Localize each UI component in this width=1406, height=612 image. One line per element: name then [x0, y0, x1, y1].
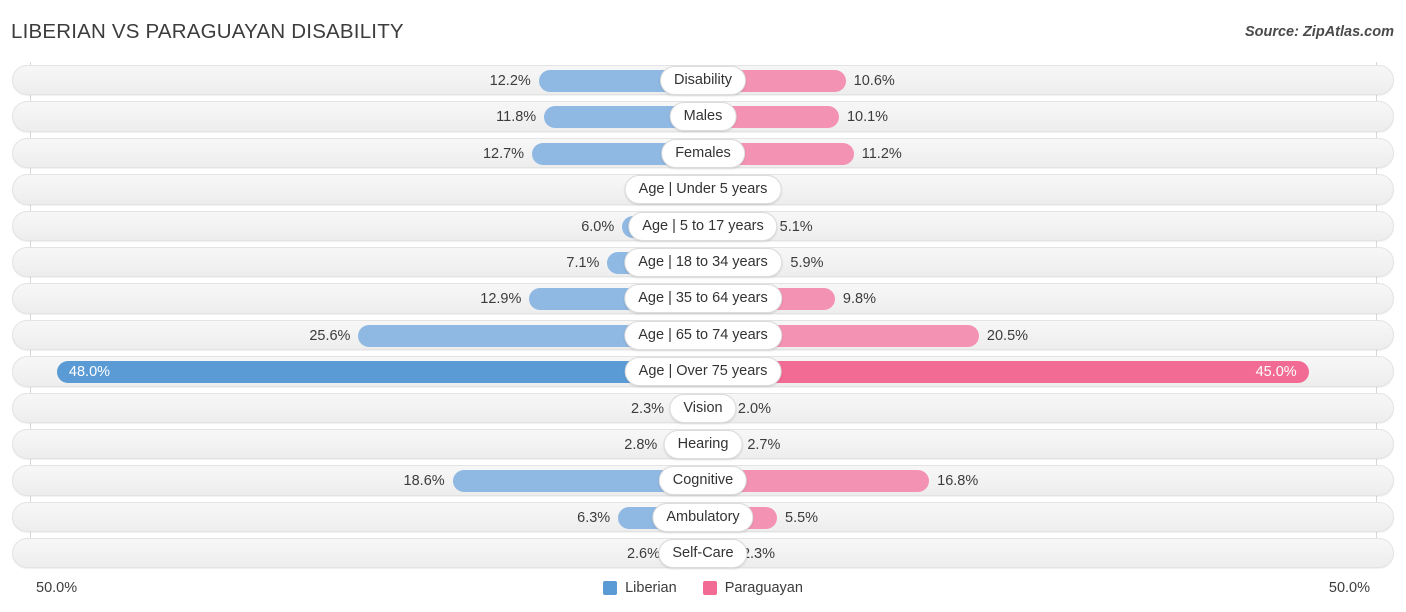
- legend-item[interactable]: Liberian: [603, 580, 677, 596]
- chart-row: 2.3% 2.0% Vision: [0, 390, 1406, 426]
- chart-legend: Liberian Paraguayan: [0, 580, 1406, 596]
- value-label-liberian: 48.0%: [68, 364, 111, 381]
- plot-area: 12.2% 10.6% Disability 11.8% 10.1% Males 12.7%…: [0, 62, 1406, 574]
- chart-row: 2.8% 2.7% Hearing: [0, 426, 1406, 462]
- chart-footer: 50.0% 50.0% Liberian Paraguayan: [0, 576, 1406, 612]
- source-attribution: Source: ZipAtlas.com: [1244, 24, 1394, 40]
- category-label-pill: Vision: [669, 393, 737, 423]
- value-label-liberian: 6.0%: [581, 218, 615, 235]
- chart-row: 48.0% 45.0% Age | Over 75 years: [0, 353, 1406, 389]
- category-label-pill: Age | 5 to 17 years: [628, 211, 778, 241]
- category-label-pill: Cognitive: [658, 466, 748, 496]
- chart-row: 12.9% 9.8% Age | 35 to 64 years: [0, 280, 1406, 316]
- chart-row: 6.3% 5.5% Ambulatory: [0, 499, 1406, 535]
- value-label-paraguayan: 10.6%: [853, 73, 895, 89]
- chart-row: 25.6% 20.5% Age | 65 to 74 years: [0, 317, 1406, 353]
- chart-row: 12.2% 10.6% Disability: [0, 62, 1406, 98]
- legend-swatch-pink: [702, 581, 717, 595]
- value-label-paraguayan: 9.8%: [842, 291, 876, 308]
- legend-item[interactable]: Paraguayan: [702, 580, 803, 596]
- category-label-pill: Age | 35 to 64 years: [624, 284, 782, 314]
- chart-row: 6.0% 5.1% Age | 5 to 17 years: [0, 208, 1406, 244]
- category-label-pill: Males: [669, 102, 737, 132]
- value-label-paraguayan: 5.5%: [785, 509, 819, 526]
- chart-row: 2.6% 2.3% Self-Care: [0, 535, 1406, 571]
- value-label-paraguayan: 16.8%: [937, 473, 979, 490]
- chart-container: LIBERIAN VS PARAGUAYAN DISABILITY Source…: [0, 0, 1406, 612]
- value-label-liberian: 12.7%: [482, 145, 525, 162]
- value-label-paraguayan: 2.0%: [737, 400, 771, 417]
- value-label-paraguayan: 45.0%: [1255, 364, 1297, 381]
- category-label-pill: Ambulatory: [652, 502, 754, 532]
- legend-label: Paraguayan: [724, 580, 803, 596]
- value-label-paraguayan: 10.1%: [846, 109, 889, 126]
- value-label-paraguayan: 2.7%: [747, 436, 781, 453]
- chart-row: 11.8% 10.1% Males: [0, 98, 1406, 134]
- bar-paraguayan: [703, 361, 1309, 384]
- value-label-liberian: 6.3%: [577, 509, 611, 526]
- value-label-liberian: 12.2%: [489, 73, 531, 89]
- legend-label: Liberian: [625, 580, 677, 596]
- value-label-paraguayan: 5.1%: [779, 218, 813, 235]
- value-label-liberian: 2.3%: [630, 400, 665, 417]
- value-label-liberian: 18.6%: [403, 473, 445, 490]
- value-label-liberian: 11.8%: [496, 109, 537, 126]
- category-label-pill: Disability: [659, 66, 747, 95]
- chart-row: 12.7% 11.2% Females: [0, 135, 1406, 171]
- value-label-paraguayan: 5.9%: [790, 254, 824, 271]
- category-label-pill: Self-Care: [658, 539, 748, 569]
- category-label-pill: Age | 65 to 74 years: [624, 320, 782, 350]
- bar-rows: 12.2% 10.6% Disability 11.8% 10.1% Males 12.7%…: [0, 62, 1406, 571]
- category-label-pill: Age | Over 75 years: [624, 357, 782, 387]
- chart-row: 7.1% 5.9% Age | 18 to 34 years: [0, 244, 1406, 280]
- category-label-pill: Hearing: [663, 429, 743, 459]
- value-label-liberian: 12.9%: [480, 291, 522, 308]
- value-label-liberian: 7.1%: [566, 254, 600, 271]
- category-label-pill: Age | 18 to 34 years: [624, 247, 782, 277]
- page-title: LIBERIAN VS PARAGUAYAN DISABILITY: [11, 20, 404, 43]
- value-label-liberian: 25.6%: [309, 327, 351, 344]
- bar-liberian: [56, 361, 703, 384]
- legend-swatch-blue: [603, 581, 618, 595]
- chart-row: 1.3%2.0%Age | Under 5 years: [0, 171, 1406, 207]
- value-label-paraguayan: 11.2%: [861, 145, 902, 162]
- category-label-pill: Age | Under 5 years: [624, 175, 782, 205]
- chart-header: LIBERIAN VS PARAGUAYAN DISABILITY Source…: [0, 0, 1406, 58]
- value-label-liberian: 2.6%: [626, 546, 661, 563]
- value-label-paraguayan: 20.5%: [986, 327, 1029, 344]
- category-label-pill: Females: [661, 138, 745, 168]
- value-label-liberian: 2.8%: [624, 436, 658, 453]
- chart-row: 18.6% 16.8% Cognitive: [0, 462, 1406, 498]
